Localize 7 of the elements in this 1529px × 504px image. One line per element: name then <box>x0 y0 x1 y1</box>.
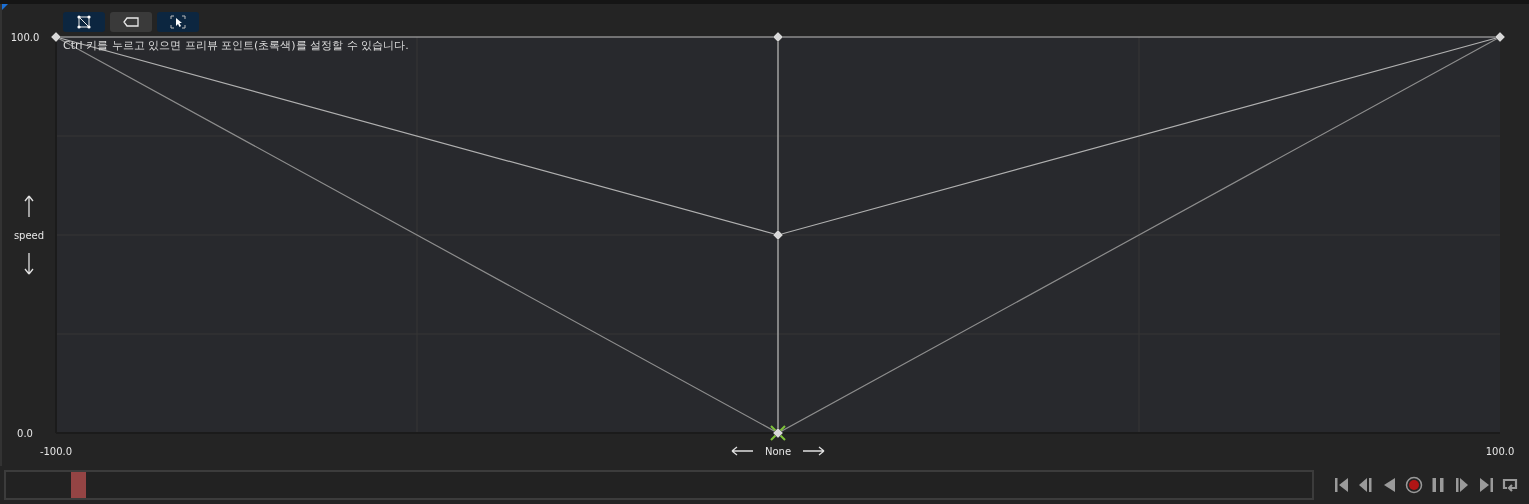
axis-tick-label: -100.0 <box>39 446 73 457</box>
hint-text: Ctrl 키를 누르고 있으면 프리뷰 포인트(초록색)를 설정할 수 있습니다. <box>63 39 409 52</box>
axis-label: speed <box>13 230 45 241</box>
axis-tick-label: 0.0 <box>17 428 33 439</box>
axis-tick-label: 100.0 <box>10 32 40 43</box>
axis-tick-label: 100.0 <box>1485 446 1515 457</box>
axis-label: None <box>764 446 792 457</box>
